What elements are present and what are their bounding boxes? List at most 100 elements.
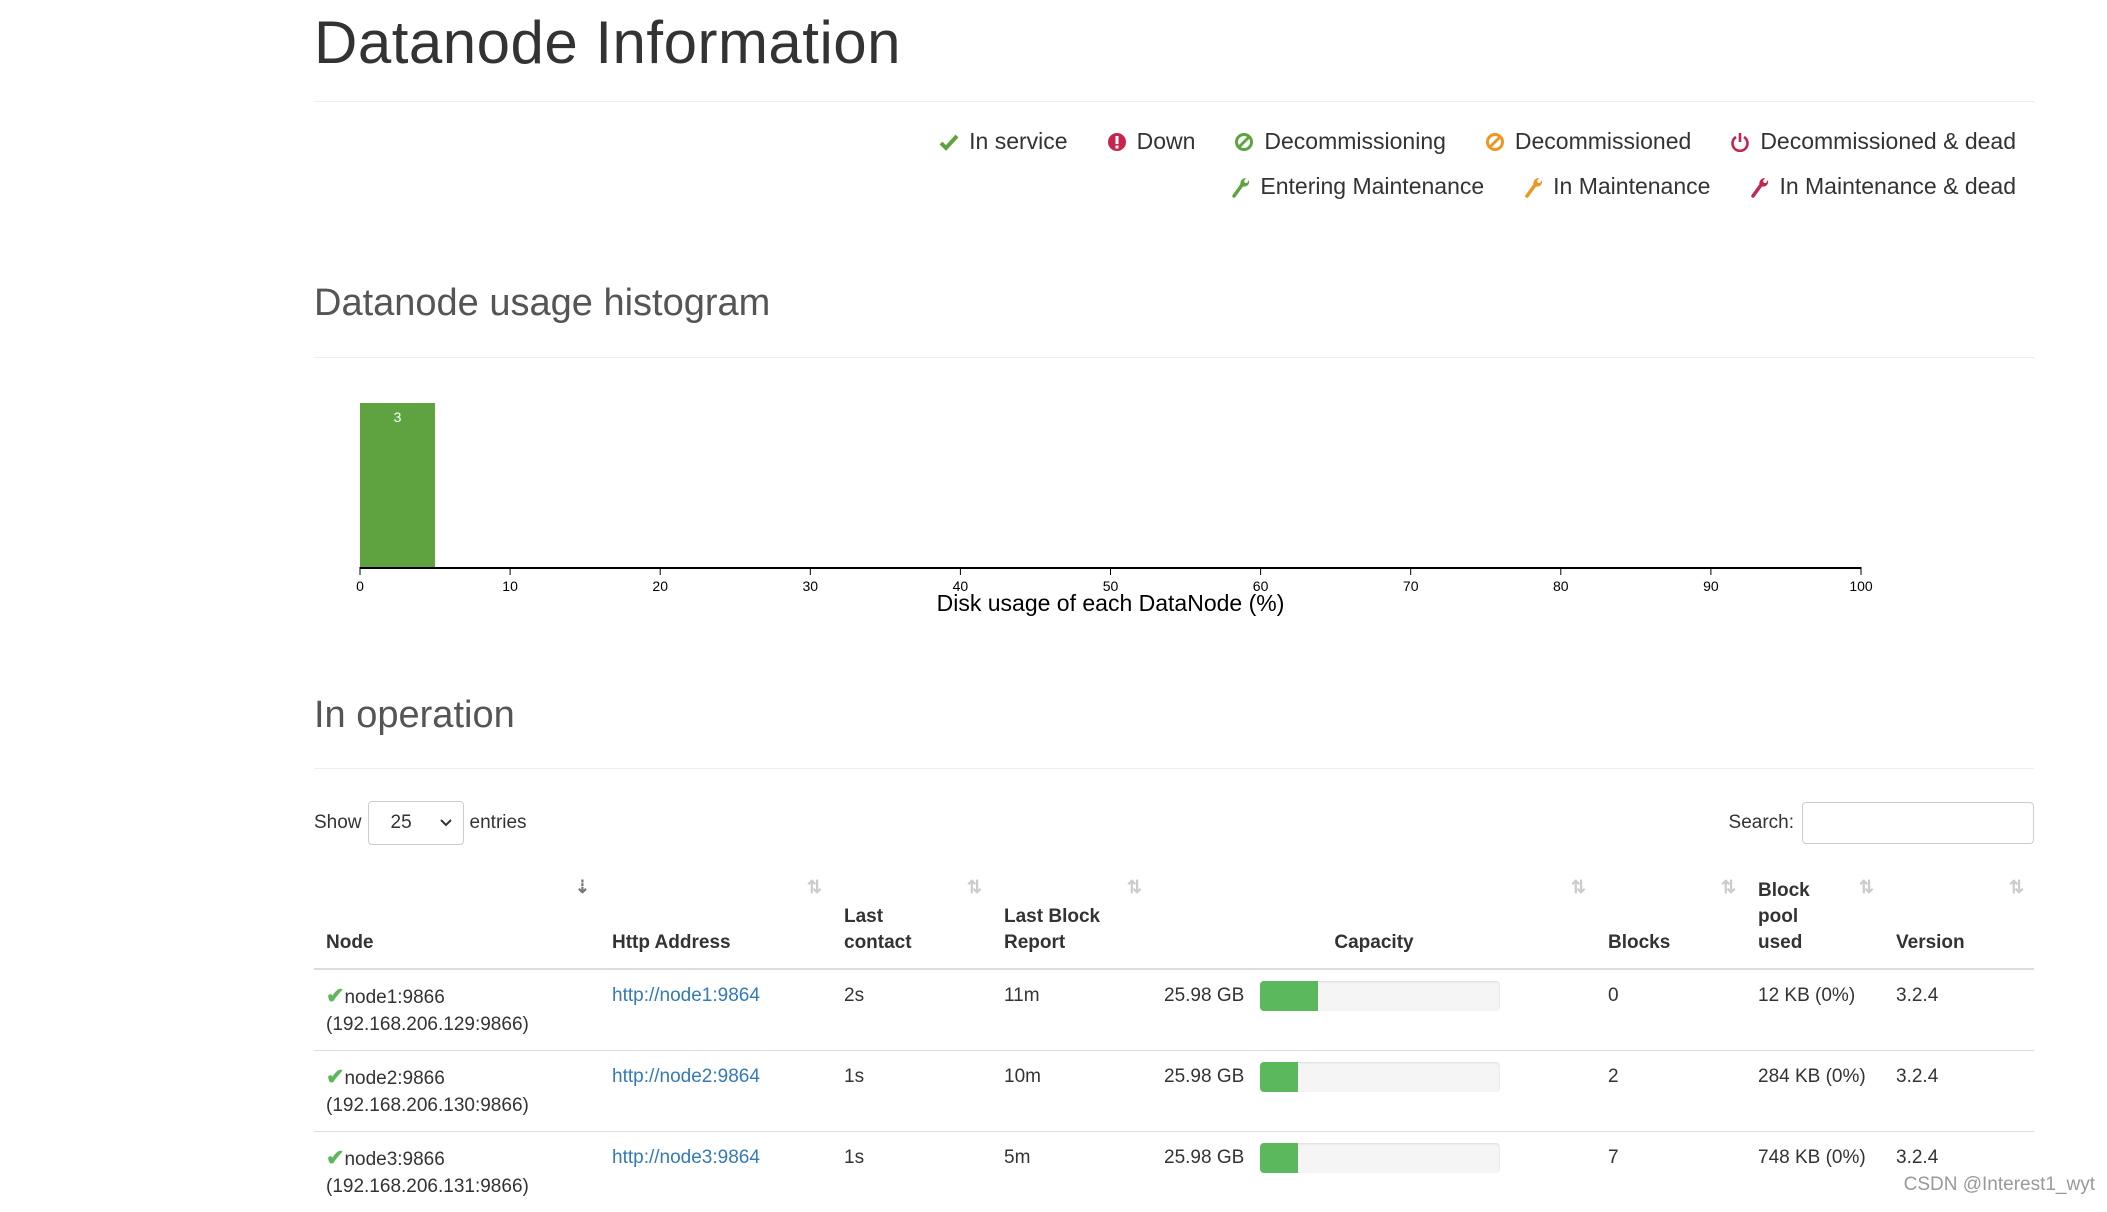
legend-label: In service [969,128,1067,155]
capacity-progress-bar [1260,981,1500,1011]
power-icon [1729,131,1751,153]
capacity-value: 25.98 GB [1164,1144,1244,1171]
node-ip: (192.168.206.131:9866) [326,1176,529,1197]
x-tick-label: 70 [1403,578,1419,594]
search-box: Search: [1729,800,2034,846]
search-input[interactable] [1802,802,2034,844]
node-name: node3:9866 [344,1149,444,1170]
node-name: node1:9866 [344,987,444,1008]
capacity-value: 25.98 GB [1164,1063,1244,1090]
table-row: ✔node2:9866(192.168.206.130:9866) http:/… [314,1051,2034,1132]
cell-node: ✔node1:9866(192.168.206.129:9866) [314,969,600,1051]
cell-block-pool-used: 284 KB (0%) [1746,1051,1884,1132]
show-label: Show [314,812,362,834]
entries-value: 25 [391,812,412,834]
capacity-progress-bar [1260,1062,1500,1092]
sort-icon: ⇅ [967,874,982,900]
x-tick-label: 90 [1703,578,1719,594]
cell-blocks: 0 [1596,969,1746,1051]
x-tick-label: 100 [1849,578,1873,594]
page-title: Datanode Information [314,8,901,77]
usage-histogram: 30102030405060708090100Disk usage of eac… [314,380,2034,620]
page-length: Show 25 entries [314,800,527,846]
histogram-bar [360,403,435,567]
legend-item: Decommissioning [1233,128,1446,155]
table-row: ✔node1:9866(192.168.206.129:9866) http:/… [314,969,2034,1051]
http-address-link[interactable]: http://node3:9864 [612,1147,760,1168]
checkmark-icon [938,131,960,153]
cell-version: 3.2.4 [1884,969,2034,1051]
table-controls: Show 25 entries Search: [314,800,2034,846]
legend-item: In service [938,128,1067,155]
legend-label: Decommissioning [1264,128,1446,155]
sort-icon: ⇅ [2009,874,2024,900]
capacity-progress-bar [1260,1143,1500,1173]
in-operation-heading: In operation [314,694,515,737]
bar-value-label: 3 [394,409,402,425]
entries-select[interactable]: 25 [368,801,464,845]
chevron-down-icon [439,818,453,828]
capacity-progress-fill [1260,981,1318,1011]
column-header-blocks[interactable]: Blocks⇅ [1596,868,1746,969]
legend-item: In Maintenance [1522,173,1710,200]
in-service-check-icon: ✔ [326,983,344,1008]
column-header-last-contact[interactable]: Last contact⇅ [832,868,992,969]
capacity-progress-fill [1260,1143,1298,1173]
sort-asc-icon: ⇣ [575,874,590,900]
legend-label: Decommissioned & dead [1760,128,2016,155]
x-tick-label: 80 [1553,578,1569,594]
node-name: node2:9866 [344,1068,444,1089]
legend-label: In Maintenance & dead [1779,173,2016,200]
sort-icon: ⇅ [807,874,822,900]
wrench-icon [1522,176,1544,198]
cell-http: http://node2:9864 [600,1051,832,1132]
column-header-http[interactable]: Http Address⇅ [600,868,832,969]
status-legend: In service Down Decommissioning Decommissio… [900,128,2016,218]
ban-icon [1233,131,1255,153]
node-ip: (192.168.206.130:9866) [326,1095,529,1116]
column-header-version[interactable]: Version⇅ [1884,868,2034,969]
cell-http: http://node1:9864 [600,969,832,1051]
legend-item: Entering Maintenance [1229,173,1484,200]
cell-node: ✔node2:9866(192.168.206.130:9866) [314,1051,600,1132]
legend-label: In Maintenance [1553,173,1710,200]
column-header-last-block-report[interactable]: Last Block Report⇅ [992,868,1152,969]
http-address-link[interactable]: http://node1:9864 [612,985,760,1006]
exclamation-circle-icon [1106,131,1128,153]
legend-row: In service Down Decommissioning Decommissio… [900,128,2016,155]
cell-capacity: 25.98 GB [1152,969,1596,1051]
divider [314,101,2034,102]
legend-row: Entering Maintenance In Maintenance In Mai… [900,173,2016,200]
column-header-capacity[interactable]: Capacity⇅ [1152,868,1596,969]
x-tick-label: 30 [803,578,819,594]
sort-icon: ⇅ [1859,874,1874,900]
http-address-link[interactable]: http://node2:9864 [612,1066,760,1087]
legend-label: Down [1137,128,1196,155]
legend-item: Down [1106,128,1196,155]
cell-version: 3.2.4 [1884,1051,2034,1132]
capacity-value: 25.98 GB [1164,982,1244,1009]
wrench-icon [1748,176,1770,198]
wrench-icon [1229,176,1251,198]
table-header-row: Node⇣ Http Address⇅ Last contact⇅ Last B… [314,868,2034,969]
divider [314,357,2034,358]
legend-item: In Maintenance & dead [1748,173,2016,200]
in-service-check-icon: ✔ [326,1145,344,1170]
legend-item: Decommissioned [1484,128,1691,155]
sort-icon: ⇅ [1721,874,1736,900]
histogram-heading: Datanode usage histogram [314,282,770,325]
column-header-block-pool-used[interactable]: Block pool used⇅ [1746,868,1884,969]
x-tick-label: 20 [652,578,668,594]
x-tick-label: 0 [356,578,364,594]
cell-last-contact: 1s [832,1051,992,1132]
cell-block-pool-used: 12 KB (0%) [1746,969,1884,1051]
ban-icon [1484,131,1506,153]
histogram-svg: 30102030405060708090100Disk usage of eac… [314,380,2034,620]
legend-label: Decommissioned [1515,128,1691,155]
cell-last-contact: 2s [832,969,992,1051]
column-header-node[interactable]: Node⇣ [314,868,600,969]
capacity-progress-fill [1260,1062,1298,1092]
sort-icon: ⇅ [1571,874,1586,900]
cell-blocks: 2 [1596,1051,1746,1132]
legend-item: Decommissioned & dead [1729,128,2016,155]
